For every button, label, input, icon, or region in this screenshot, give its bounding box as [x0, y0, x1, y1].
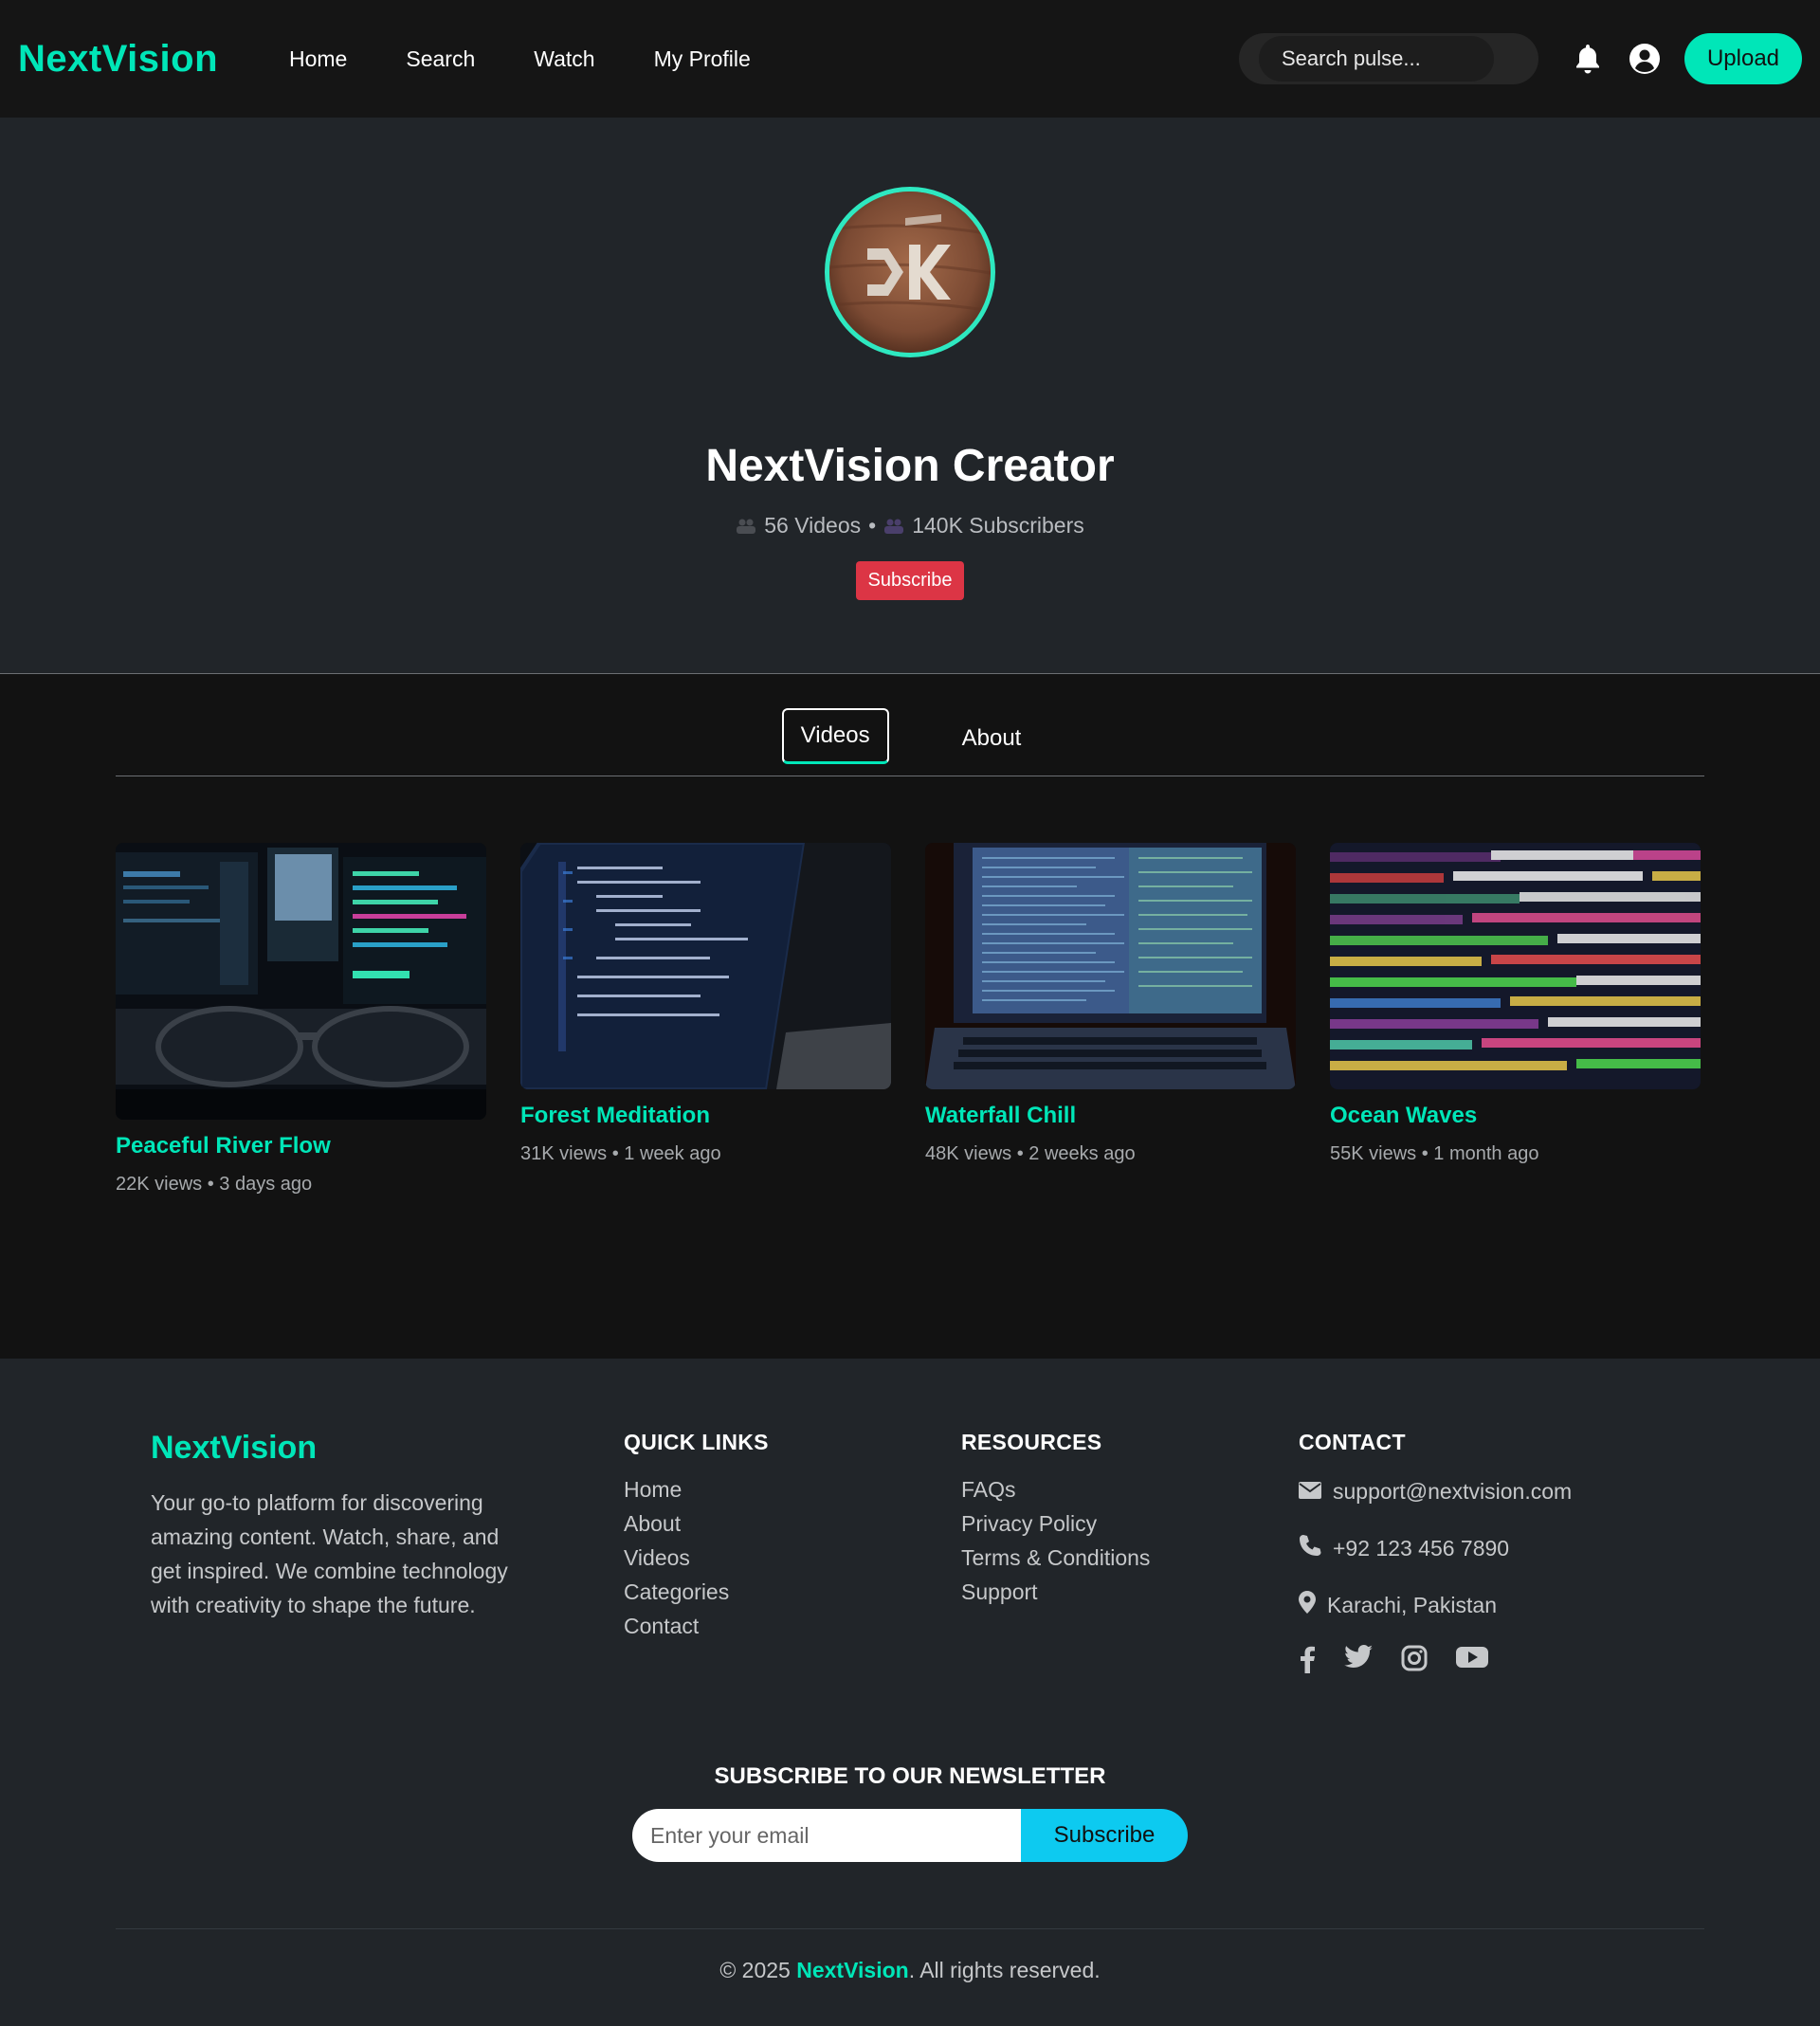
video-card[interactable]: Waterfall Chill 48K views • 2 weeks ago	[925, 843, 1296, 1196]
newsletter-email-input[interactable]	[632, 1809, 1021, 1862]
tabs: Videos About	[116, 674, 1704, 776]
profile-header: NextVision Creator 56 Videos • 140K Subs…	[0, 118, 1820, 674]
contact-location-text: Karachi, Pakistan	[1327, 1592, 1497, 1617]
video-title[interactable]: Forest Meditation	[520, 1103, 891, 1129]
subscribe-button[interactable]: Subscribe	[855, 561, 965, 600]
contact-phone-text: +92 123 456 7890	[1333, 1535, 1510, 1561]
phone-icon	[1299, 1534, 1321, 1562]
tab-videos[interactable]: Videos	[781, 708, 889, 764]
footer-columns: NextVision Your go-to platform for disco…	[116, 1359, 1704, 1678]
youtube-icon[interactable]	[1456, 1645, 1488, 1678]
nav-link-search[interactable]: Search	[376, 46, 504, 72]
footer-link-terms[interactable]: Terms & Conditions	[961, 1541, 1299, 1575]
video-thumbnail[interactable]	[1330, 843, 1701, 1089]
video-thumbnail[interactable]	[925, 843, 1296, 1089]
copyright-brand[interactable]: NextVision	[796, 1958, 908, 1982]
video-card[interactable]: Peaceful River Flow 22K views • 3 days a…	[116, 843, 486, 1196]
footer-link-home[interactable]: Home	[624, 1472, 961, 1506]
nav-link-my-profile[interactable]: My Profile	[625, 46, 780, 72]
video-meta: 48K views • 2 weeks ago	[925, 1143, 1136, 1164]
nav-links: Home Search Watch My Profile	[260, 46, 780, 72]
footer-brand[interactable]: NextVision	[151, 1430, 624, 1467]
search-input[interactable]	[1259, 36, 1494, 82]
footer-quick-links: QUICK LINKS Home About Videos Categories…	[624, 1430, 961, 1678]
facebook-icon[interactable]	[1299, 1645, 1316, 1678]
newsletter-form: Subscribe	[116, 1809, 1704, 1862]
video-meta: 31K views • 1 week ago	[520, 1143, 721, 1164]
video-thumbnail[interactable]	[116, 843, 486, 1120]
upload-button[interactable]: Upload	[1684, 33, 1802, 84]
twitter-icon[interactable]	[1344, 1645, 1373, 1678]
footer-link-faqs[interactable]: FAQs	[961, 1472, 1299, 1506]
bell-icon[interactable]	[1571, 42, 1605, 76]
footer-about: NextVision Your go-to platform for disco…	[151, 1430, 624, 1678]
footer-contact: CONTACT support@nextvision.com +92 123 4…	[1299, 1430, 1636, 1678]
avatar	[825, 187, 995, 357]
newsletter: SUBSCRIBE TO OUR NEWSLETTER Subscribe	[116, 1763, 1704, 1862]
video-grid: Peaceful River Flow 22K views • 3 days a…	[116, 843, 1704, 1196]
copyright-suffix: . All rights reserved.	[908, 1958, 1101, 1982]
newsletter-heading: SUBSCRIBE TO OUR NEWSLETTER	[714, 1763, 1106, 1789]
stats-separator: •	[868, 513, 877, 538]
video-title[interactable]: Ocean Waves	[1330, 1103, 1701, 1129]
creator-name: NextVision Creator	[705, 441, 1115, 491]
content-section: Videos About Peaceful River Flow 22K vie…	[0, 674, 1820, 1359]
footer-resources: RESOURCES FAQs Privacy Policy Terms & Co…	[961, 1430, 1299, 1678]
contact-email-text[interactable]: support@nextvision.com	[1333, 1479, 1572, 1505]
video-card[interactable]: Forest Meditation 31K views • 1 week ago	[520, 843, 891, 1196]
footer-link-privacy[interactable]: Privacy Policy	[961, 1506, 1299, 1541]
newsletter-subscribe-button[interactable]: Subscribe	[1021, 1809, 1188, 1862]
video-icon	[736, 518, 756, 535]
navbar: NextVision Home Search Watch My Profile …	[0, 0, 1820, 118]
video-meta: 55K views • 1 month ago	[1330, 1143, 1539, 1164]
video-title[interactable]: Peaceful River Flow	[116, 1133, 486, 1159]
video-card[interactable]: Ocean Waves 55K views • 1 month ago	[1330, 843, 1701, 1196]
footer-link-categories[interactable]: Categories	[624, 1575, 961, 1609]
contact-phone: +92 123 456 7890	[1299, 1529, 1636, 1567]
footer: NextVision Your go-to platform for disco…	[0, 1359, 1820, 2020]
tab-about[interactable]: About	[945, 713, 1039, 764]
resources-heading: RESOURCES	[961, 1430, 1102, 1454]
creator-stats: 56 Videos • 140K Subscribers	[736, 513, 1084, 538]
user-circle-icon[interactable]	[1628, 42, 1662, 76]
nav-link-watch[interactable]: Watch	[504, 46, 624, 72]
footer-link-support[interactable]: Support	[961, 1575, 1299, 1609]
footer-divider	[116, 1928, 1704, 1929]
copyright: © 2025 NextVision. All rights reserved.	[116, 1958, 1704, 1983]
quick-links-heading: QUICK LINKS	[624, 1430, 769, 1454]
footer-link-about[interactable]: About	[624, 1506, 961, 1541]
contact-location: Karachi, Pakistan	[1299, 1586, 1636, 1624]
social-links	[1299, 1645, 1636, 1678]
brand-logo[interactable]: NextVision	[18, 38, 218, 81]
instagram-icon[interactable]	[1401, 1645, 1428, 1678]
video-title[interactable]: Waterfall Chill	[925, 1103, 1296, 1129]
video-thumbnail[interactable]	[520, 843, 891, 1089]
footer-link-contact[interactable]: Contact	[624, 1609, 961, 1643]
footer-description: Your go-to platform for discovering amaz…	[151, 1490, 508, 1617]
contact-heading: CONTACT	[1299, 1430, 1406, 1454]
videos-count: 56 Videos	[764, 513, 862, 538]
video-meta: 22K views • 3 days ago	[116, 1174, 313, 1195]
search-box	[1239, 33, 1538, 84]
nav-link-home[interactable]: Home	[260, 46, 376, 72]
subscribers-count: 140K Subscribers	[912, 513, 1084, 538]
footer-link-videos[interactable]: Videos	[624, 1541, 961, 1575]
contact-email: support@nextvision.com	[1299, 1472, 1636, 1510]
map-pin-icon	[1299, 1591, 1316, 1619]
copyright-prefix: © 2025	[719, 1958, 791, 1982]
users-icon	[883, 518, 904, 535]
envelope-icon	[1299, 1479, 1321, 1505]
